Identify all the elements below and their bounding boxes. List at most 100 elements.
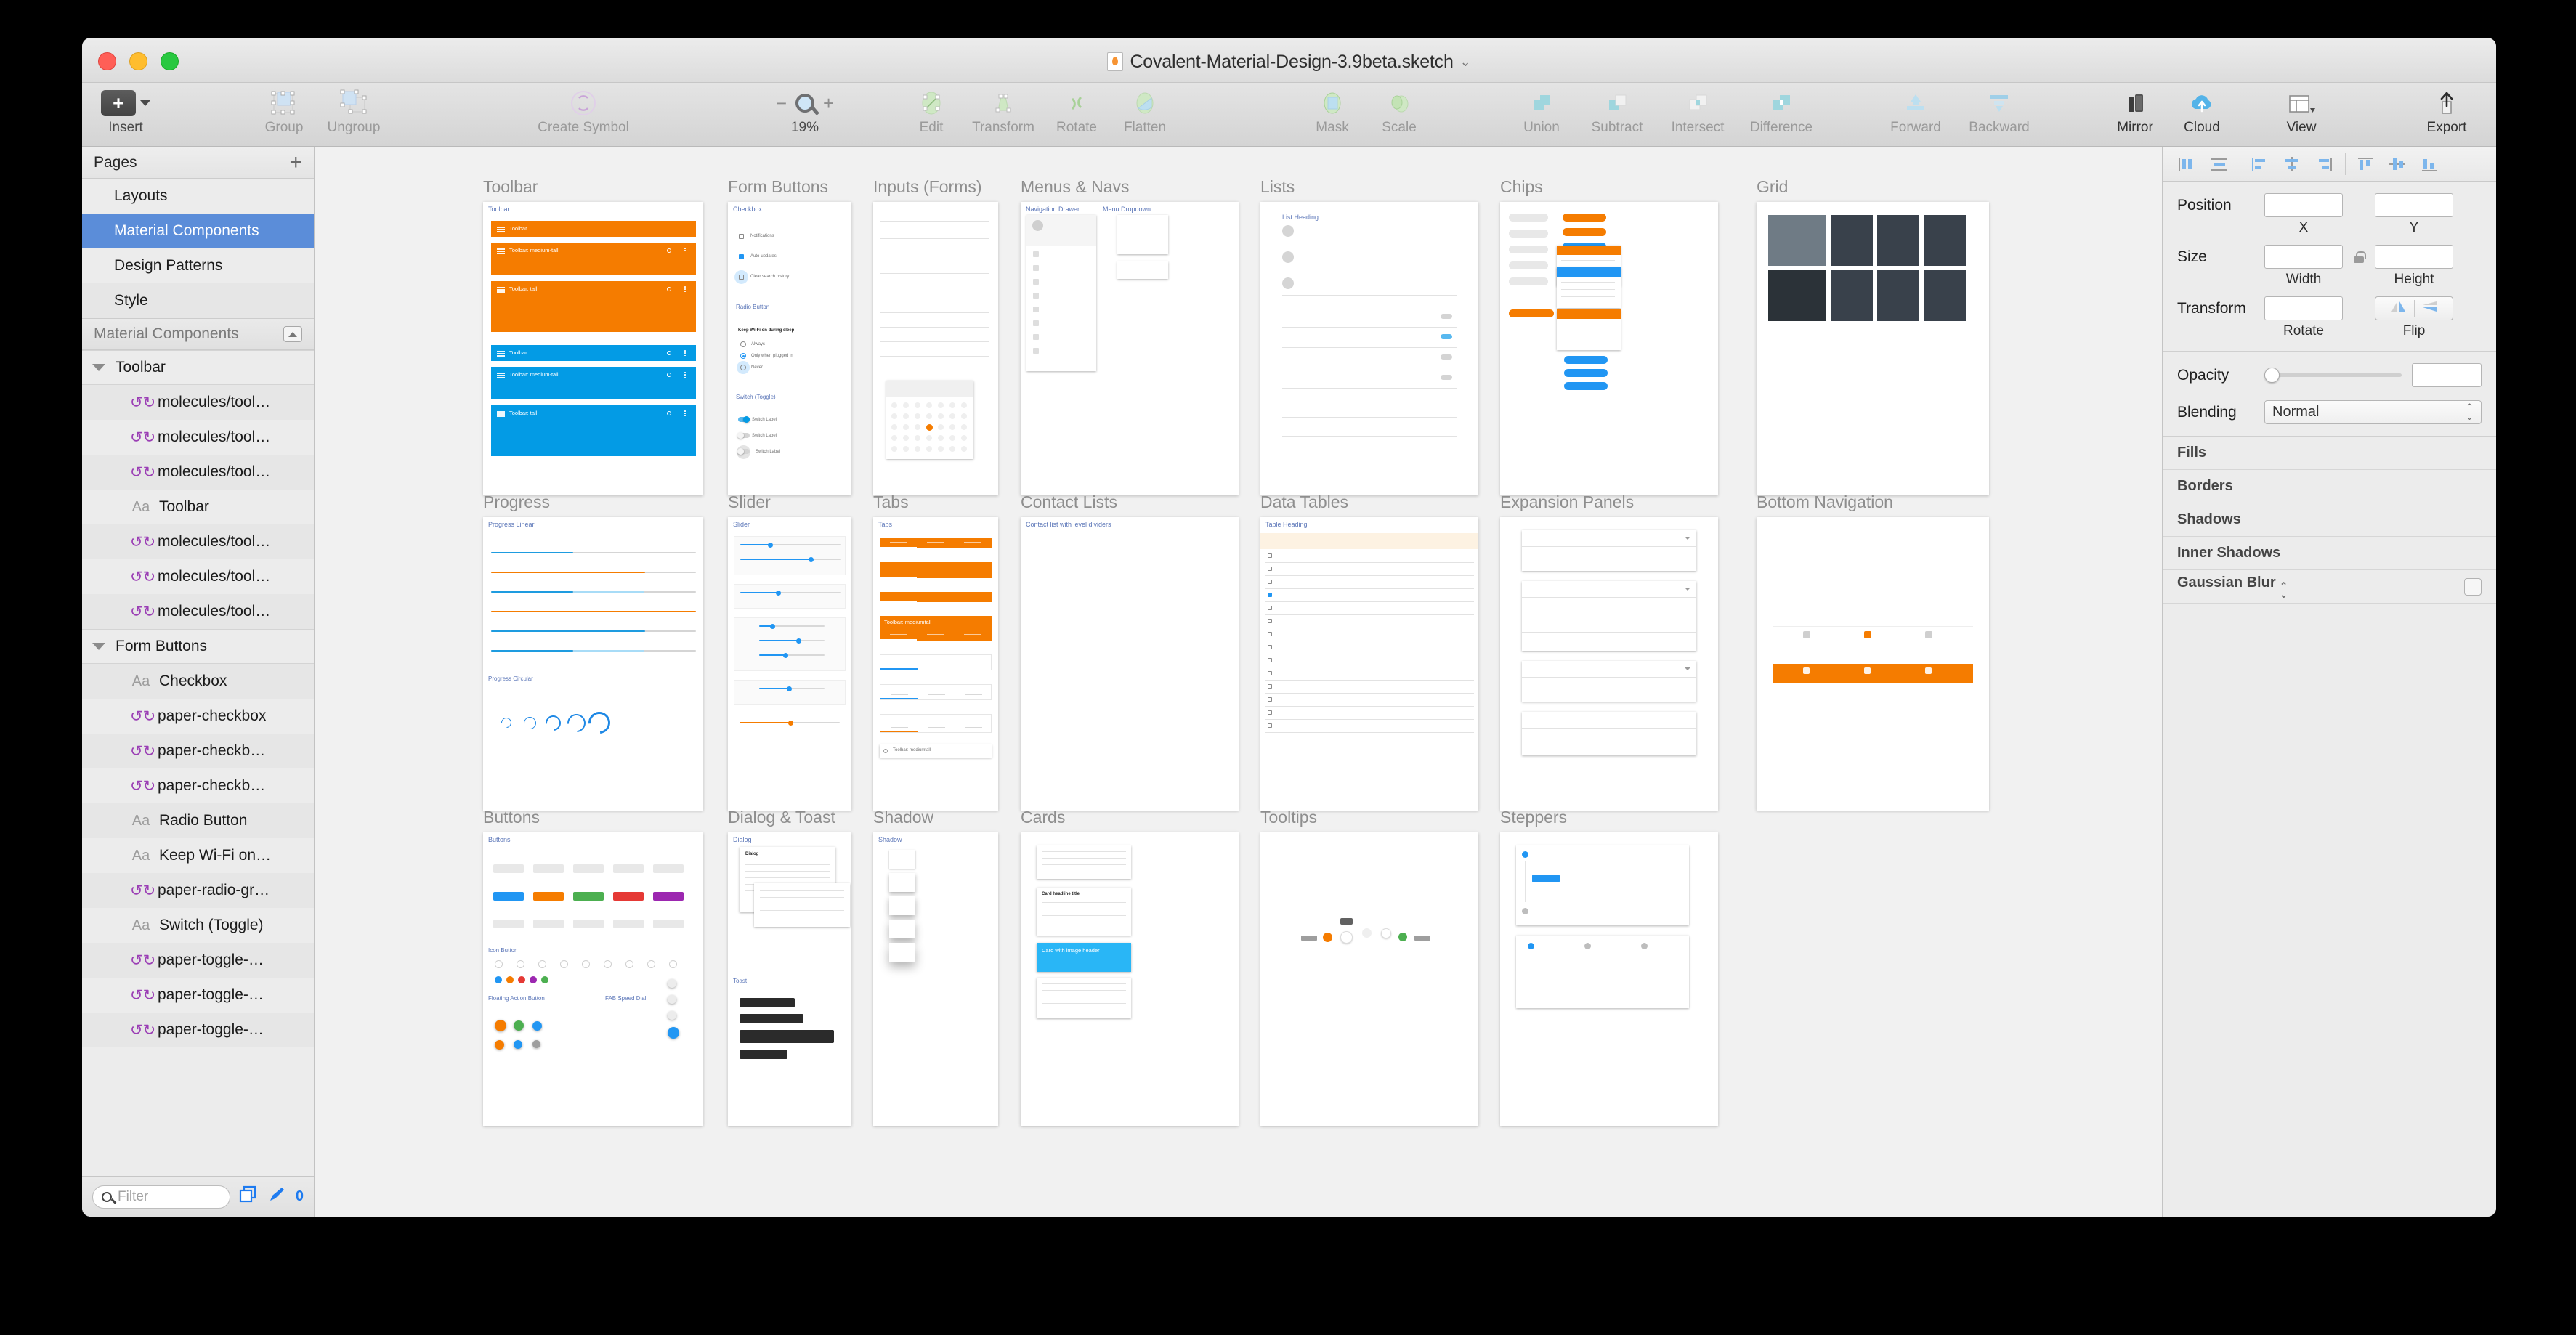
tab-item[interactable] xyxy=(890,634,907,635)
icon-button[interactable] xyxy=(669,960,677,968)
cloud-button[interactable]: Cloud xyxy=(2168,83,2235,147)
calendar-day[interactable] xyxy=(903,446,909,452)
switch-knob[interactable] xyxy=(737,448,744,455)
grid-tile[interactable] xyxy=(1924,215,1966,266)
icon-button[interactable] xyxy=(625,960,633,968)
chevron-down-icon[interactable] xyxy=(1685,588,1690,591)
gaussian-blur-checkbox[interactable] xyxy=(2464,578,2482,596)
table-row-checkbox[interactable] xyxy=(1268,580,1272,584)
hamburger-menu-icon[interactable] xyxy=(497,248,505,250)
calendar-day[interactable] xyxy=(961,424,967,430)
bottom-navigation-bar[interactable] xyxy=(1773,626,1973,651)
search-icon[interactable] xyxy=(883,749,888,753)
artboard-label[interactable]: Chips xyxy=(1500,177,1718,197)
artboard-label[interactable]: Dialog & Toast xyxy=(728,808,851,827)
hamburger-menu-icon[interactable] xyxy=(497,413,505,415)
calendar-day[interactable] xyxy=(938,446,944,452)
scale-button[interactable]: Scale xyxy=(1366,83,1433,147)
chevron-updown-icon[interactable]: ⌃⌄ xyxy=(2466,404,2474,421)
artboard-label[interactable]: Buttons xyxy=(483,808,703,827)
artboard-label[interactable]: Grid xyxy=(1757,177,1989,197)
table-row-checkbox[interactable] xyxy=(1268,553,1272,558)
checkbox-input[interactable] xyxy=(739,234,744,239)
table-row-checkbox[interactable] xyxy=(1268,671,1272,675)
artboard-canvas[interactable] xyxy=(1500,517,1718,811)
calendar-day[interactable] xyxy=(961,413,967,419)
tooltip-target[interactable] xyxy=(1323,933,1332,942)
bottom-nav-icon[interactable] xyxy=(1803,631,1810,638)
search-icon[interactable] xyxy=(667,411,671,415)
toolbar-bar[interactable]: Toolbar: tall xyxy=(491,405,696,456)
disclosure-triangle-icon[interactable] xyxy=(92,643,105,650)
align-vertical-bottom-icon[interactable] xyxy=(2414,152,2446,176)
calendar-day[interactable] xyxy=(938,424,944,430)
align-vertical-top-icon[interactable] xyxy=(2350,152,2382,176)
calendar-day-selected[interactable] xyxy=(926,424,933,431)
more-vert-icon[interactable] xyxy=(684,253,686,254)
slider-thumb[interactable] xyxy=(768,543,773,548)
calendar-day[interactable] xyxy=(949,446,955,452)
artboard-chips[interactable]: Chips xyxy=(1500,177,1718,495)
table-row-checkbox[interactable] xyxy=(1268,619,1272,623)
export-button[interactable]: Export xyxy=(2407,83,2487,147)
calendar-day[interactable] xyxy=(926,446,932,452)
expansion-panel[interactable] xyxy=(1522,661,1696,702)
grid-tile[interactable] xyxy=(1877,215,1919,266)
tab-bar[interactable] xyxy=(880,562,992,578)
icon-button-colored[interactable] xyxy=(541,976,548,983)
bottom-nav-icon[interactable] xyxy=(1925,668,1932,674)
artboard-lists[interactable]: Lists List Heading xyxy=(1260,177,1478,495)
bottom-nav-icon[interactable] xyxy=(1864,631,1871,638)
tab-item[interactable] xyxy=(964,634,981,635)
chip-colored[interactable] xyxy=(1564,369,1608,377)
slider-thumb[interactable] xyxy=(770,624,775,629)
page-item-material-components[interactable]: Material Components xyxy=(82,214,314,248)
material-button[interactable] xyxy=(653,892,684,901)
checkbox-input[interactable] xyxy=(739,275,744,280)
page-item-layouts[interactable]: Layouts xyxy=(82,179,314,214)
layer-row[interactable]: ↺↻paper-radio-gr… xyxy=(82,873,314,908)
chevron-down-icon[interactable] xyxy=(1685,537,1690,540)
grid-tile[interactable] xyxy=(1831,270,1873,321)
duplicate-icon[interactable] xyxy=(239,1185,259,1208)
artboard-label[interactable]: Cards xyxy=(1021,808,1239,827)
artboard-canvas[interactable]: Checkbox NotificationsAuto-updatesClear … xyxy=(728,202,851,495)
artboard-canvas[interactable] xyxy=(1500,202,1718,495)
card-headline[interactable]: Card headline title xyxy=(1037,888,1131,936)
calendar-day[interactable] xyxy=(891,413,897,419)
slider-thumb[interactable] xyxy=(776,591,781,596)
artboard-canvas[interactable]: List Heading xyxy=(1260,202,1478,495)
floating-action-button[interactable] xyxy=(532,1021,542,1031)
stepper-number-badge[interactable] xyxy=(1528,943,1534,949)
calendar-day[interactable] xyxy=(903,435,909,441)
bottom-nav-icon[interactable] xyxy=(1803,668,1810,674)
chip-colored[interactable] xyxy=(1563,214,1606,222)
hamburger-menu-icon[interactable] xyxy=(497,291,505,293)
hamburger-menu-icon[interactable] xyxy=(497,287,505,288)
layer-row[interactable]: ↺↻paper-toggle-… xyxy=(82,943,314,978)
chip[interactable] xyxy=(1509,277,1548,285)
artboard-label[interactable]: Lists xyxy=(1260,177,1478,197)
layer-row[interactable]: ↺↻molecules/tool… xyxy=(82,559,314,594)
artboard-menus-navs[interactable]: Menus & Navs Navigation Drawer Menu Drop… xyxy=(1021,177,1239,495)
artboard-label[interactable]: Shadow xyxy=(873,808,998,827)
more-vert-icon[interactable] xyxy=(684,250,686,251)
search-icon[interactable] xyxy=(667,373,671,377)
expansion-panel[interactable] xyxy=(1522,712,1696,755)
icon-button-colored[interactable] xyxy=(506,976,514,983)
tab-item[interactable] xyxy=(928,727,945,728)
height-input[interactable] xyxy=(2375,245,2453,269)
calendar-day[interactable] xyxy=(938,402,944,408)
menu-dropdown[interactable] xyxy=(1117,215,1168,254)
hamburger-menu-icon[interactable] xyxy=(497,355,505,357)
flip-buttons[interactable] xyxy=(2375,296,2453,320)
tab-item[interactable] xyxy=(891,694,908,695)
chip[interactable] xyxy=(1509,230,1548,238)
layer-row[interactable]: AaSwitch (Toggle) xyxy=(82,908,314,943)
input-underline[interactable] xyxy=(880,356,989,357)
layer-row[interactable]: AaRadio Button xyxy=(82,803,314,838)
hamburger-menu-icon[interactable] xyxy=(497,353,505,354)
group-button[interactable]: Group xyxy=(249,83,319,147)
artboard-label[interactable]: Menus & Navs xyxy=(1021,177,1239,197)
artboard-data-tables[interactable]: Data Tables Table Heading xyxy=(1260,492,1478,811)
